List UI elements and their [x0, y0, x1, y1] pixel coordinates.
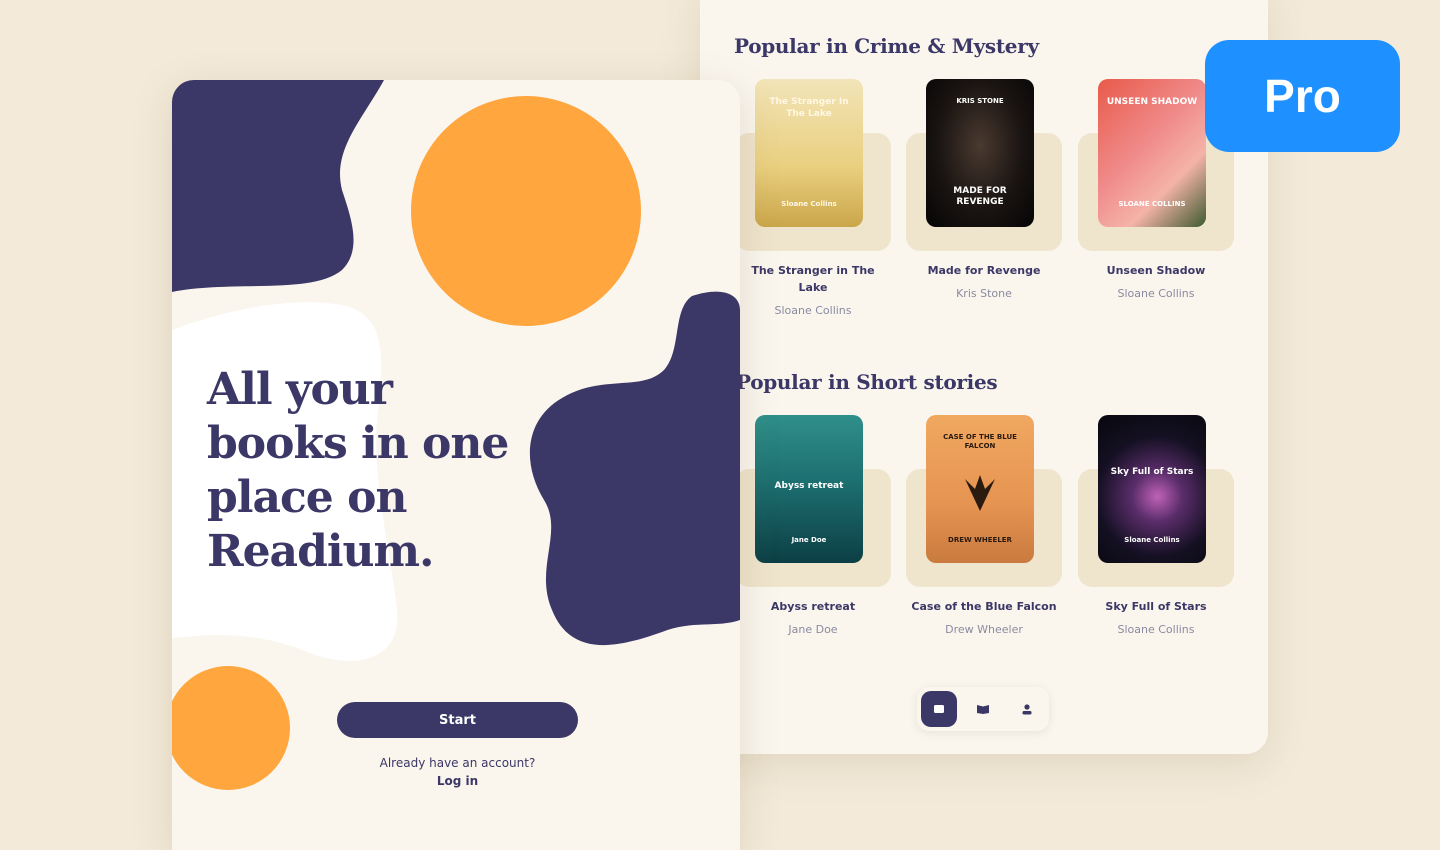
- book-author: Sloane Collins: [774, 304, 852, 317]
- book-author: Sloane Collins: [1117, 623, 1195, 636]
- cover-author: KRIS STONE: [956, 97, 1004, 105]
- book-title: The Stranger in The Lake: [751, 264, 875, 294]
- tab-profile[interactable]: [1009, 691, 1045, 727]
- book-author: Sloane Collins: [1117, 287, 1195, 300]
- account-prompt: Already have an account?: [379, 756, 536, 770]
- book-author: Kris Stone: [956, 287, 1012, 300]
- book-cover[interactable]: Abyss retreat Jane Doe: [755, 415, 863, 563]
- section-title-short-stories: Popular in Short stories: [736, 370, 998, 394]
- book-title-wrap: Unseen Shadow Sloane Collins: [1078, 262, 1234, 302]
- pro-badge: Pro: [1205, 40, 1400, 152]
- cover-author: SLOANE COLLINS: [1118, 199, 1186, 208]
- section-title-crime-mystery: Popular in Crime & Mystery: [734, 34, 1039, 58]
- start-button[interactable]: Start: [337, 702, 578, 738]
- book-title: Made for Revenge: [927, 264, 1041, 277]
- book-cover[interactable]: UNSEEN SHADOW SLOANE COLLINS: [1098, 79, 1206, 227]
- cover-title: The Stranger In The Lake: [769, 97, 849, 119]
- orange-circle-small: [172, 666, 290, 790]
- navy-blob-top: [172, 80, 384, 292]
- headline: All your books in one place on Readium.: [207, 364, 509, 577]
- bird-illustration-icon: [965, 474, 995, 511]
- book-author: Jane Doe: [788, 623, 838, 636]
- home-icon: [934, 705, 944, 713]
- cover-author: Jane Doe: [791, 535, 827, 544]
- book-title-wrap: Made for Revenge Kris Stone: [906, 262, 1062, 302]
- library-screen: Popular in Crime & Mystery The Stranger …: [700, 0, 1268, 754]
- book-title: Abyss retreat: [770, 600, 856, 613]
- orange-circle-large: [411, 96, 641, 326]
- navy-blob-right: [529, 291, 740, 646]
- book-cover[interactable]: KRIS STONE MADE FOR REVENGE: [926, 79, 1034, 227]
- book-title-wrap: Case of the Blue Falcon Drew Wheeler: [906, 598, 1062, 638]
- bottom-tab-bar: [917, 687, 1049, 731]
- onboarding-screen: All your books in one place on Readium. …: [172, 80, 740, 850]
- book-author: Drew Wheeler: [945, 623, 1023, 636]
- tab-home[interactable]: [921, 691, 957, 727]
- book-icon: [977, 705, 989, 714]
- book-title-wrap: Abyss retreat Jane Doe: [735, 598, 891, 638]
- login-link[interactable]: Log in: [337, 774, 578, 788]
- cover-author: Sloane Collins: [1124, 535, 1180, 544]
- book-cover[interactable]: The Stranger In The Lake Sloane Collins: [755, 79, 863, 227]
- book-title-wrap: Sky Full of Stars Sloane Collins: [1078, 598, 1234, 638]
- cover-title: MADE FOR REVENGE: [953, 185, 1007, 208]
- cover-author: Sloane Collins: [781, 199, 837, 208]
- book-title: Sky Full of Stars: [1105, 600, 1207, 613]
- book-title: Case of the Blue Falcon: [911, 600, 1057, 613]
- book-title-wrap: The Stranger in The Lake Sloane Collins: [735, 262, 891, 319]
- book-cover[interactable]: Sky Full of Stars Sloane Collins: [1098, 415, 1206, 563]
- tab-books[interactable]: [965, 691, 1001, 727]
- cover-title: Abyss retreat: [774, 481, 844, 491]
- cover-title: Sky Full of Stars: [1110, 467, 1194, 477]
- cover-title: UNSEEN SHADOW: [1106, 97, 1198, 107]
- cover-title: CASE OF THE BLUE FALCON: [943, 433, 1017, 451]
- cover-author: DREW WHEELER: [948, 535, 1012, 544]
- book-title: Unseen Shadow: [1106, 264, 1206, 277]
- profile-icon: [1022, 704, 1032, 715]
- book-cover[interactable]: CASE OF THE BLUE FALCON DREW WHEELER: [926, 415, 1034, 563]
